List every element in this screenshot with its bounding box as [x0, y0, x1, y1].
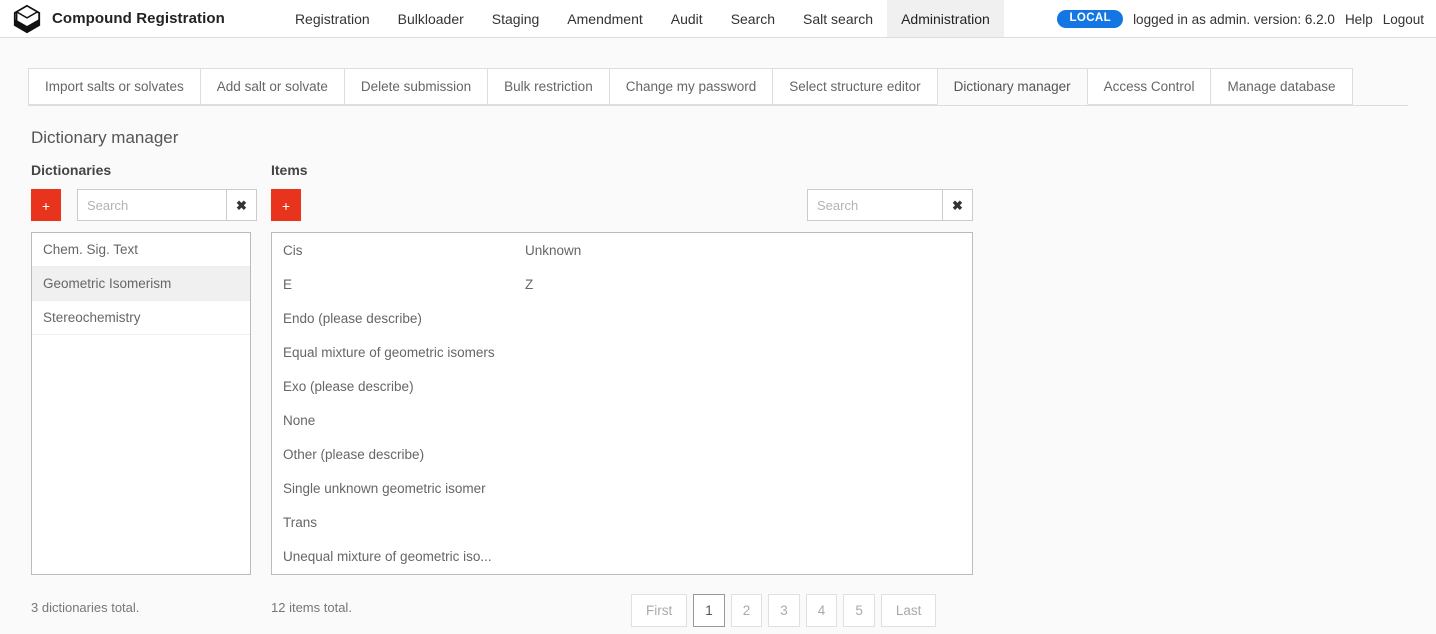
plus-icon: + [282, 198, 290, 214]
page-title: Dictionary manager [31, 128, 1436, 148]
subtab-add-salt-or-solvate[interactable]: Add salt or solvate [200, 68, 345, 105]
nav-item-amendment[interactable]: Amendment [553, 0, 656, 37]
item-cell-primary: Cis [272, 243, 514, 258]
items-heading: Items [271, 162, 973, 178]
item-cell-primary: E [272, 277, 514, 292]
dictionaries-search-clear-button[interactable]: ✖ [227, 189, 257, 221]
clear-x-icon: ✖ [952, 198, 963, 213]
item-cell-secondary: Unknown [514, 243, 972, 258]
item-cell-primary: Endo (please describe) [272, 311, 514, 326]
user-session-info: logged in as admin. version: 6.2.0 [1133, 12, 1335, 27]
main-nav: Registration Bulkloader Staging Amendmen… [281, 0, 1004, 37]
pagination-page-3[interactable]: 3 [768, 594, 800, 627]
pagination-first-button[interactable]: First [631, 594, 687, 627]
pagination-page-1[interactable]: 1 [693, 594, 725, 627]
help-link[interactable]: Help [1345, 12, 1373, 27]
dictionary-list-item[interactable]: Chem. Sig. Text [32, 233, 250, 267]
item-cell-primary: None [272, 413, 514, 428]
item-row[interactable]: E Z [272, 267, 972, 301]
item-row[interactable]: Exo (please describe) [272, 369, 972, 403]
subtab-delete-submission[interactable]: Delete submission [344, 68, 488, 105]
subtab-manage-database[interactable]: Manage database [1210, 68, 1352, 105]
admin-subtabs: Import salts or solvates Add salt or sol… [28, 68, 1408, 106]
item-cell-primary: Exo (please describe) [272, 379, 514, 394]
nav-item-staging[interactable]: Staging [478, 0, 553, 37]
dictionaries-toolbar: + ✖ [31, 189, 251, 221]
clear-x-icon: ✖ [236, 198, 247, 213]
dictionaries-panel: Dictionaries + ✖ Chem. Sig. Text Geometr… [31, 162, 251, 575]
dictionaries-search-input[interactable] [77, 189, 227, 221]
nav-item-administration[interactable]: Administration [887, 0, 1004, 37]
item-cell-secondary: Z [514, 277, 972, 292]
add-item-button[interactable]: + [271, 189, 301, 221]
dictionary-list-item-selected[interactable]: Geometric Isomerism [32, 267, 250, 301]
item-row[interactable]: Cis Unknown [272, 233, 972, 267]
item-row[interactable]: None [272, 403, 972, 437]
nav-item-bulkloader[interactable]: Bulkloader [384, 0, 478, 37]
item-cell-primary: Other (please describe) [272, 447, 514, 462]
brand-title: Compound Registration [52, 10, 225, 27]
add-dictionary-button[interactable]: + [31, 189, 61, 221]
nav-item-search[interactable]: Search [717, 0, 789, 37]
environment-badge: LOCAL [1057, 10, 1123, 29]
subtab-access-control[interactable]: Access Control [1087, 68, 1212, 105]
item-cell-primary: Trans [272, 515, 514, 530]
app-header: Compound Registration Registration Bulkl… [0, 0, 1436, 38]
item-row[interactable]: Other (please describe) [272, 437, 972, 471]
item-row[interactable]: Unequal mixture of geometric iso... [272, 539, 972, 573]
item-cell-primary: Equal mixture of geometric isomers [272, 345, 514, 360]
items-pagination: First 1 2 3 4 5 Last [631, 594, 942, 627]
dictionaries-heading: Dictionaries [31, 162, 251, 178]
items-total-text: 12 items total. [271, 600, 352, 615]
subtab-dictionary-manager[interactable]: Dictionary manager [937, 68, 1088, 105]
items-search-clear-button[interactable]: ✖ [943, 189, 973, 221]
items-list: Cis Unknown E Z Endo (please describe) E… [271, 232, 973, 575]
subtab-select-structure-editor[interactable]: Select structure editor [772, 68, 937, 105]
dictionaries-search-group: ✖ [77, 189, 257, 221]
subtab-import-salts-or-solvates[interactable]: Import salts or solvates [28, 68, 201, 105]
hexagon-cube-logo-icon [12, 4, 42, 34]
nav-item-salt-search[interactable]: Salt search [789, 0, 887, 37]
item-row[interactable]: Trans [272, 505, 972, 539]
pagination-last-button[interactable]: Last [881, 594, 937, 627]
items-panel: Items + ✖ Cis Unknown E Z Endo (ple [271, 162, 973, 575]
dictionaries-total-text: 3 dictionaries total. [31, 600, 139, 615]
pagination-page-2[interactable]: 2 [731, 594, 763, 627]
pagination-page-5[interactable]: 5 [843, 594, 875, 627]
subtab-bulk-restriction[interactable]: Bulk restriction [487, 68, 610, 105]
nav-item-registration[interactable]: Registration [281, 0, 384, 37]
items-search-group: ✖ [807, 189, 973, 221]
brand: Compound Registration [0, 0, 225, 37]
item-row[interactable]: Equal mixture of geometric isomers [272, 335, 972, 369]
item-cell-primary: Unequal mixture of geometric iso... [272, 549, 514, 564]
subtab-change-my-password[interactable]: Change my password [609, 68, 774, 105]
pagination-page-4[interactable]: 4 [806, 594, 838, 627]
logout-link[interactable]: Logout [1383, 12, 1424, 27]
header-right: LOCAL logged in as admin. version: 6.2.0… [1057, 0, 1424, 38]
item-cell-primary: Single unknown geometric isomer [272, 481, 514, 496]
items-toolbar: + ✖ [271, 189, 973, 221]
items-search-input[interactable] [807, 189, 943, 221]
page-footer: 3 dictionaries total. 12 items total. Fi… [31, 594, 1411, 634]
dictionary-list-item[interactable]: Stereochemistry [32, 301, 250, 335]
dictionaries-list: Chem. Sig. Text Geometric Isomerism Ster… [31, 232, 251, 575]
item-row[interactable]: Single unknown geometric isomer [272, 471, 972, 505]
item-row[interactable]: Endo (please describe) [272, 301, 972, 335]
plus-icon: + [42, 198, 50, 214]
nav-item-audit[interactable]: Audit [657, 0, 717, 37]
